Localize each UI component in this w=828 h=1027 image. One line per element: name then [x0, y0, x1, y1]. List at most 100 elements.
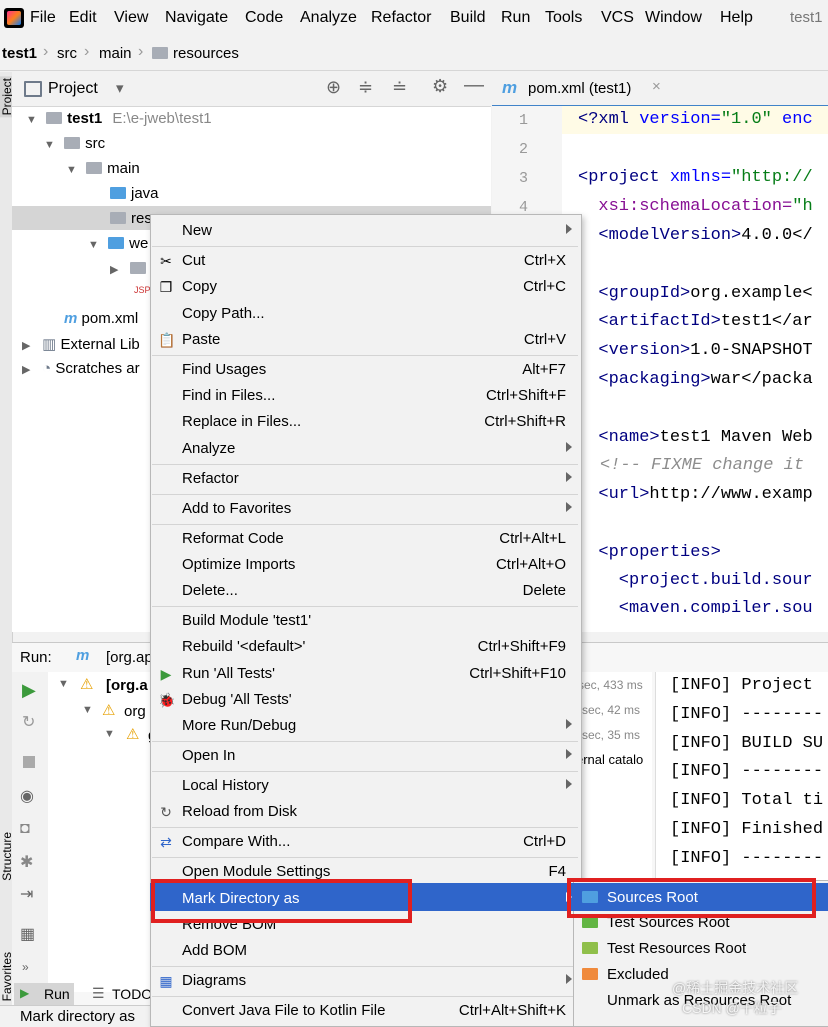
project-view-title[interactable]: Project [48, 80, 98, 98]
submenu-item-test-resources-root[interactable]: Test Resources Root [573, 936, 828, 962]
menu-item-find-in-files[interactable]: Find in Files... Ctrl+Shift+F [150, 383, 580, 409]
code-line-partial[interactable]: <maven.compiler.sou [578, 599, 813, 613]
code-line[interactable]: <?xml version="1.0" enc [578, 110, 813, 129]
menu-item-analyze[interactable]: Analyze [150, 436, 580, 462]
run-tree-root[interactable]: [org.a [106, 677, 148, 694]
menu-analyze[interactable]: Analyze [300, 9, 357, 27]
code-token: <modelVersion> [578, 226, 742, 245]
line-number: 3 [518, 170, 528, 187]
eye-icon[interactable]: ◉ [20, 786, 34, 806]
menu-item-build-module[interactable]: Build Module 'test1' [150, 608, 580, 634]
menu-window[interactable]: Window [645, 9, 702, 27]
menu-item-optimize-imports[interactable]: Optimize Imports Ctrl+Alt+O [150, 552, 580, 578]
menu-item-label: Open In [182, 747, 236, 764]
tree-webapp[interactable]: ▼ we [88, 235, 148, 252]
menu-item-paste[interactable]: 📋 Paste Ctrl+V [150, 327, 580, 353]
run-panel-label: Run: [20, 649, 52, 666]
menu-item-diagrams[interactable]: ▦ Diagrams [150, 968, 580, 994]
menu-build[interactable]: Build [450, 9, 486, 27]
menu-item-new[interactable]: New [150, 218, 580, 244]
tree-src[interactable]: ▼ src [44, 135, 105, 152]
breadcrumb-project[interactable]: test1 [2, 45, 37, 62]
tree-webinf[interactable]: ▶ [110, 260, 151, 277]
locate-icon[interactable]: ⊕ [326, 77, 341, 98]
code-line[interactable]: <artifactId>test1</ar [578, 312, 812, 331]
menu-item-find-usages[interactable]: Find Usages Alt+F7 [150, 357, 580, 383]
menu-item-delete[interactable]: Delete... Delete [150, 578, 580, 604]
bottom-tab-run[interactable]: ▶ Run [14, 983, 74, 1005]
tree-java[interactable]: java [110, 185, 159, 202]
camera-icon[interactable]: ◘ [20, 820, 30, 838]
code-line[interactable]: <url>http://www.examp [578, 485, 812, 504]
settings-icon[interactable]: ✱ [20, 852, 33, 872]
menu-item-refactor[interactable]: Refactor [150, 466, 580, 492]
menu-item-add-bom[interactable]: Add BOM [150, 938, 580, 964]
collapse-all-icon[interactable]: ≐ [392, 77, 407, 98]
run-tree-item[interactable]: org [124, 703, 146, 720]
menu-item-local-history[interactable]: Local History [150, 773, 580, 799]
rerun-icon[interactable]: ▶ [22, 680, 36, 701]
menu-run[interactable]: Run [501, 9, 530, 27]
menu-code[interactable]: Code [245, 9, 283, 27]
menu-file[interactable]: File [30, 9, 56, 27]
rerun-failed-icon[interactable]: ↻ [22, 712, 35, 732]
jsp-file-icon[interactable]: JSP [134, 285, 151, 295]
menu-item-label: Convert Java File to Kotlin File [182, 1002, 386, 1019]
gear-icon[interactable]: ⚙ [432, 76, 448, 97]
menu-item-cut[interactable]: ✂ Cut Ctrl+X [150, 248, 580, 274]
layout-icon[interactable]: ▦ [20, 924, 35, 944]
code-line[interactable]: <modelVersion>4.0.0</ [578, 226, 812, 245]
menu-view[interactable]: View [114, 9, 148, 27]
editor-tab-pom[interactable]: pom.xml (test1) [528, 80, 631, 97]
tree-external-libraries[interactable]: ▶ ▥ External Lib [22, 335, 140, 353]
breadcrumb-src[interactable]: src [57, 45, 77, 62]
menu-navigate[interactable]: Navigate [165, 9, 228, 27]
menu-item-open-in[interactable]: Open In [150, 743, 580, 769]
tree-scratches-label: Scratches ar [55, 360, 140, 377]
menu-tools[interactable]: Tools [545, 9, 582, 27]
menu-refactor[interactable]: Refactor [371, 9, 431, 27]
minimize-icon[interactable]: — [464, 74, 484, 97]
code-line[interactable]: xsi:schemaLocation="h [578, 197, 812, 216]
menu-help[interactable]: Help [720, 9, 753, 27]
menu-item-add-to-favorites[interactable]: Add to Favorites [150, 496, 580, 522]
menu-item-rebuild[interactable]: Rebuild '<default>' Ctrl+Shift+F9 [150, 634, 580, 660]
code-line[interactable]: <properties> [578, 543, 720, 562]
menu-divider [152, 996, 578, 997]
code-comment[interactable]: <!-- FIXME change it [600, 456, 804, 475]
more-icon[interactable]: » [22, 960, 29, 974]
menu-item-debug-all-tests[interactable]: 🐞 Debug 'All Tests' [150, 687, 580, 713]
tree-pom[interactable]: m pom.xml [64, 310, 138, 327]
menu-edit[interactable]: Edit [69, 9, 97, 27]
login-icon[interactable]: ⇥ [20, 884, 33, 904]
menu-item-copy-path[interactable]: Copy Path... [150, 301, 580, 327]
breadcrumb-main[interactable]: main [99, 45, 132, 62]
code-line[interactable]: <project.build.sour [578, 571, 813, 590]
menu-item-copy[interactable]: ❐ Copy Ctrl+C [150, 274, 580, 300]
chevron-down-icon[interactable]: ▾ [116, 79, 124, 97]
menu-item-convert-to-kotlin[interactable]: Convert Java File to Kotlin File Ctrl+Alt… [150, 998, 580, 1024]
tree-main[interactable]: ▼ main [66, 160, 140, 177]
breadcrumb-resources[interactable]: resources [152, 45, 239, 62]
code-line[interactable]: <project xmlns="http:// [578, 168, 813, 187]
stop-icon[interactable] [23, 756, 35, 768]
tree-scratches[interactable]: ▶ ◔ Scratches ar [22, 360, 140, 377]
menu-item-reformat-code[interactable]: Reformat Code Ctrl+Alt+L [150, 526, 580, 552]
code-line[interactable]: <name>test1 Maven Web [578, 428, 812, 447]
expand-all-icon[interactable]: ≑ [358, 77, 373, 98]
menu-item-compare-with[interactable]: ⇄ Compare With... Ctrl+D [150, 829, 580, 855]
close-tab-icon[interactable]: × [652, 78, 661, 95]
menu-item-open-module-settings[interactable]: Open Module Settings F4 [150, 859, 580, 879]
menu-item-replace-in-files[interactable]: Replace in Files... Ctrl+Shift+R [150, 409, 580, 435]
run-tab[interactable]: [org.ap [106, 649, 153, 666]
code-line[interactable]: <version>1.0-SNAPSHOT [578, 341, 812, 360]
tree-root[interactable]: ▼ test1 E:\e-jweb\test1 [26, 110, 212, 127]
code-token: <packaging> [578, 370, 711, 389]
menu-item-run-all-tests[interactable]: ▶ Run 'All Tests' Ctrl+Shift+F10 [150, 661, 580, 687]
code-line[interactable]: <groupId>org.example< [578, 284, 812, 303]
menu-item-reload-from-disk[interactable]: ↻ Reload from Disk [150, 799, 580, 825]
menu-vcs[interactable]: VCS [601, 9, 634, 27]
menu-item-more-run-debug[interactable]: More Run/Debug [150, 713, 580, 739]
bottom-tab-todo[interactable]: ☰ TODO [90, 983, 152, 1005]
code-line[interactable]: <packaging>war</packa [578, 370, 812, 389]
